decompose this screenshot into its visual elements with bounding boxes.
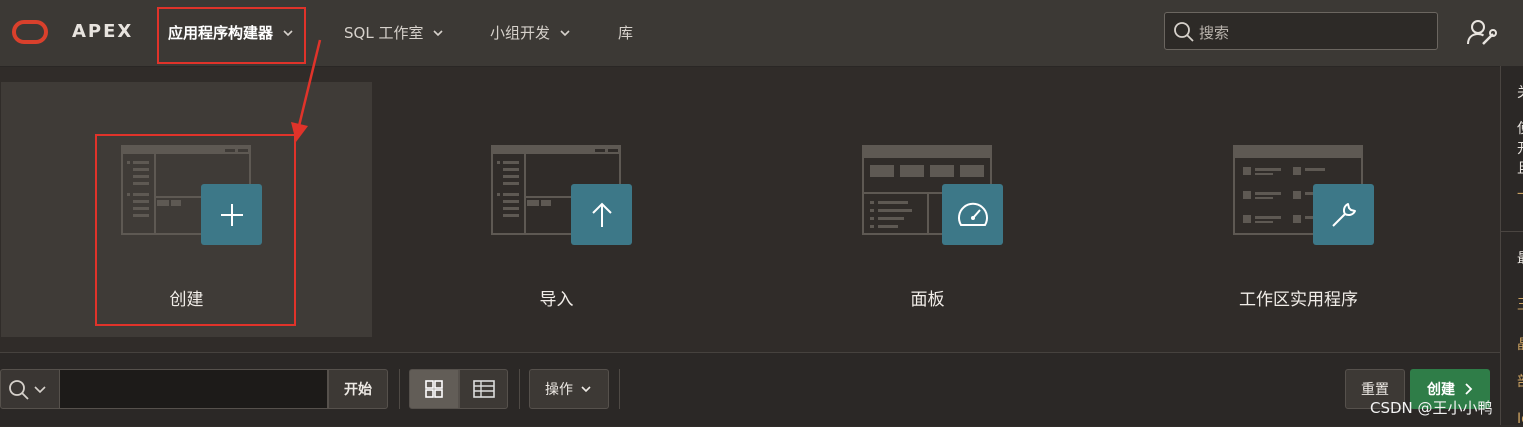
chevron-down-icon [560, 29, 570, 36]
actions-label: 操作 [545, 382, 573, 398]
wrench-icon [1313, 184, 1374, 245]
search-icon [9, 380, 46, 400]
card-workspace-utilities-label: 工作区实用程序 [1239, 290, 1358, 310]
annotation-box-nav [157, 7, 306, 64]
side-panel-link[interactable]: 部 [1517, 371, 1523, 391]
report-toolbar: 开始 操作 重置 创建 [0, 352, 1500, 426]
toolbar-divider [619, 369, 620, 409]
annotation-arrow [291, 39, 322, 142]
toolbar-divider [519, 369, 520, 409]
search-icon [1174, 22, 1194, 42]
side-panel-divider [1501, 231, 1523, 232]
card-import-label: 导入 [539, 290, 574, 310]
side-panel-text: 开 [1517, 138, 1523, 158]
side-panel-text: 且 [1517, 158, 1523, 178]
dashboard-gauge-icon [942, 184, 1003, 245]
toolbar-divider [399, 369, 400, 409]
apex-brand[interactable]: APEX [72, 21, 133, 42]
annotation-box-create [95, 134, 296, 326]
actions-menu-button[interactable]: 操作 [529, 369, 609, 409]
global-search[interactable]: 搜索 [1164, 12, 1438, 50]
nav-sql-workshop-label: SQL 工作室 [344, 24, 424, 42]
report-search-input[interactable] [60, 369, 328, 409]
card-import[interactable]: 导入 [371, 82, 742, 337]
search-placeholder: 搜索 [1199, 24, 1230, 42]
side-panel-heading: 最 [1517, 248, 1523, 268]
chevron-down-icon [581, 386, 591, 393]
nav-team-development[interactable]: 小组开发 [490, 22, 572, 43]
nav-team-development-label: 小组开发 [490, 24, 551, 42]
side-panel-heading: 关 [1517, 82, 1523, 102]
oracle-logo-icon[interactable] [12, 20, 48, 44]
create-button-label: 创建 [1427, 382, 1455, 398]
upload-arrow-icon [571, 184, 632, 245]
icon-view-button[interactable] [409, 369, 459, 409]
side-panel-text: 使 [1517, 118, 1523, 138]
side-panel-link[interactable]: 晶 [1517, 334, 1523, 354]
user-settings-icon[interactable] [1466, 18, 1498, 46]
side-panel-link[interactable]: 王 [1517, 294, 1523, 314]
card-workspace-utilities[interactable]: 工作区实用程序 [1113, 82, 1484, 337]
nav-gallery-label: 库 [618, 24, 634, 42]
nav-sql-workshop[interactable]: SQL 工作室 [344, 22, 445, 43]
chevron-right-icon [1465, 383, 1473, 395]
watermark: CSDN @王小小鸭 [1370, 399, 1493, 417]
report-view-button[interactable] [459, 369, 508, 409]
grid-icon [425, 380, 443, 398]
chevron-down-icon [433, 29, 444, 36]
side-panel: 关 使 开 且 一 最 王 晶 部 Id [1500, 66, 1523, 427]
table-icon [472, 380, 495, 398]
side-panel-link[interactable]: 一 [1517, 184, 1523, 204]
card-dashboard-label: 面板 [910, 290, 945, 310]
go-button[interactable]: 开始 [328, 369, 388, 409]
card-dashboard[interactable]: 面板 [742, 82, 1113, 337]
nav-gallery[interactable]: 库 [618, 22, 633, 43]
search-column-button[interactable] [0, 369, 60, 409]
